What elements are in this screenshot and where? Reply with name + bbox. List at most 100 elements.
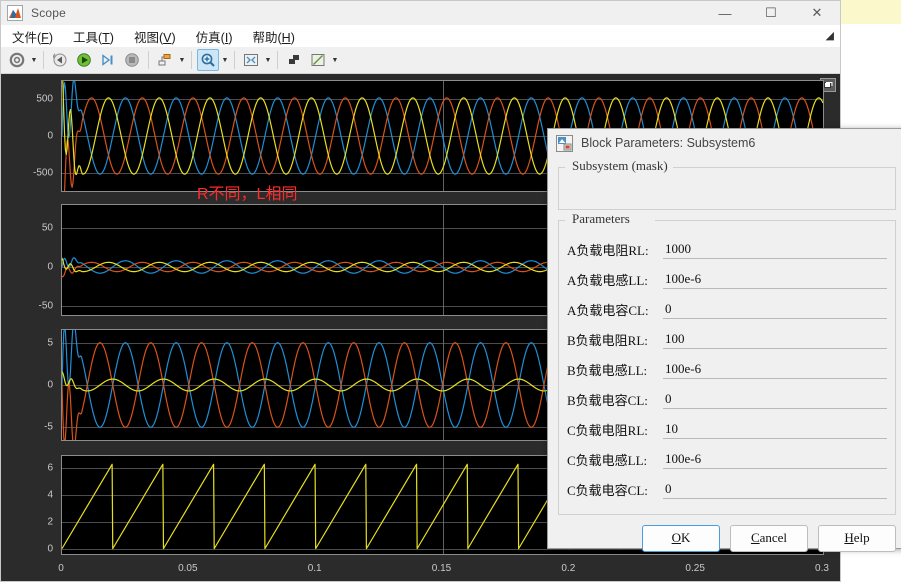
configuration-properties-dropdown-arrow[interactable]: ▼: [29, 49, 39, 71]
trigger-icon[interactable]: [283, 49, 305, 71]
b-load-capacitance-input[interactable]: [663, 389, 887, 409]
measurements-dropdown-arrow[interactable]: ▼: [330, 49, 340, 71]
c-load-inductance-row: C负载电感LL:: [559, 444, 895, 474]
ok-button-label: K: [681, 530, 691, 545]
b-load-resistance-input[interactable]: [663, 329, 887, 349]
scope-icon: [7, 5, 23, 21]
x-tick-label: 0.2: [561, 563, 576, 574]
a-load-resistance-row: A负载电阻RL:: [559, 234, 895, 264]
layout-icon[interactable]: [154, 49, 176, 71]
menu-item-tools[interactable]: 工具(T): [64, 27, 123, 46]
toolbar-separator: [43, 51, 44, 69]
menu-suffix-simulation: ): [228, 30, 233, 45]
x-axis: 0 0.05 0.1 0.15 0.2 0.25 0.3: [1, 561, 840, 581]
cancel-button-mnemonic: C: [750, 530, 760, 545]
menu-item-simulation[interactable]: 仿真(I): [187, 27, 242, 46]
b-load-capacitance-label: B负载电容CL:: [567, 392, 648, 408]
y-tick-label: 0: [47, 130, 53, 142]
run-icon[interactable]: [73, 49, 95, 71]
a-load-inductance-label: A负载电感LL:: [567, 272, 648, 288]
menu-mnemonic-file: F: [41, 30, 49, 45]
y-tick-label: 500: [36, 93, 53, 105]
a-load-capacitance-input[interactable]: [663, 299, 887, 319]
b-load-inductance-row: B负载电感LL:: [559, 354, 895, 384]
fit-to-view-dropdown-arrow[interactable]: ▼: [263, 49, 273, 71]
stop-icon[interactable]: [121, 49, 143, 71]
mask-group-topline-right: [655, 167, 895, 168]
dialog-title: Block Parameters: Subsystem6: [581, 136, 756, 150]
menu-item-view[interactable]: 视图(V): [125, 27, 185, 46]
y-tick-label: 0: [47, 261, 53, 273]
ok-button-mnemonic: O: [671, 530, 681, 545]
a-load-inductance-input[interactable]: [663, 269, 887, 289]
b-load-inductance-label: B负载电感LL:: [567, 362, 648, 378]
b-load-inductance-input[interactable]: [663, 359, 887, 379]
x-tick-label: 0.25: [685, 563, 705, 574]
c-load-capacitance-input[interactable]: [663, 479, 887, 499]
maximize-button[interactable]: ☐: [748, 1, 794, 25]
menu-label-simulation: 仿真(: [195, 30, 225, 45]
step-forward-icon[interactable]: [97, 49, 119, 71]
canvas-yellow-strip: [841, 0, 901, 25]
menu-suffix-help: ): [290, 30, 295, 45]
params-group-topline-right: [655, 220, 895, 221]
y-tick-label: 0: [47, 379, 53, 391]
a-load-capacitance-label: A负载电容CL:: [567, 302, 649, 318]
c-load-resistance-input[interactable]: [663, 419, 887, 439]
b-load-resistance-label: B负载电阻RL:: [567, 332, 648, 348]
minimize-button[interactable]: —: [702, 1, 748, 25]
dialog-titlebar: Block Parameters: Subsystem6: [548, 129, 901, 157]
fit-to-view-icon[interactable]: [240, 49, 262, 71]
x-tick-label: 0: [58, 563, 64, 574]
x-tick-label: 0.1: [307, 563, 322, 574]
a-load-resistance-label: A负载电阻RL:: [567, 242, 649, 258]
y-tick-label: 4: [47, 489, 53, 501]
x-tick-label: 0.05: [178, 563, 198, 574]
subplot-current-small-y-ticks: 50 0 -50: [1, 204, 57, 316]
zoom-in-dropdown-arrow[interactable]: ▼: [220, 49, 230, 71]
a-load-resistance-input[interactable]: [663, 239, 887, 259]
menu-label-view: 视图(: [133, 30, 164, 45]
params-group-topline-left: [559, 220, 565, 221]
y-tick-label: 5: [47, 337, 53, 349]
y-tick-label: -50: [38, 300, 53, 312]
scope-menubar: 文件(F) 工具(T) 视图(V) 仿真(I) 帮助(H) ◢: [1, 25, 840, 47]
toolbar-separator: [277, 51, 278, 69]
run-back-icon[interactable]: [49, 49, 71, 71]
a-load-capacitance-row: A负载电容CL:: [559, 294, 895, 324]
y-tick-label: 50: [41, 222, 53, 234]
zoom-in-icon[interactable]: [197, 49, 219, 71]
block-parameters-icon: [556, 134, 573, 152]
menu-label-help: 帮助(: [252, 30, 282, 45]
window-controls: — ☐ ✕: [702, 1, 840, 25]
a-load-inductance-row: A负载电感LL:: [559, 264, 895, 294]
toolbar-separator: [148, 51, 149, 69]
cancel-button[interactable]: Cancel: [730, 524, 808, 552]
dialog-button-bar: O K Cancel Help: [548, 515, 901, 561]
mask-group-topline-left: [559, 167, 565, 168]
scope-window-title: Scope: [31, 6, 67, 20]
menu-label-file: 文件(: [12, 30, 42, 45]
cancel-button-label: ancel: [759, 530, 788, 545]
menubar-overflow-icon[interactable]: ◢: [826, 29, 834, 42]
c-load-capacitance-label: C负载电容CL:: [567, 482, 648, 498]
red-annotation-text: R不同，L相同: [197, 186, 298, 203]
measurements-icon[interactable]: [307, 49, 329, 71]
y-tick-label: -500: [32, 167, 53, 179]
layout-dropdown-arrow[interactable]: ▼: [177, 49, 187, 71]
parameters-group: Parameters A负载电阻RL: A负载电感LL: A负载电容CL: B负载电阻…: [558, 211, 896, 515]
subplot-sawtooth-y-ticks: 6 4 2 0: [1, 455, 57, 555]
y-tick-label: 2: [47, 516, 53, 528]
menu-item-file[interactable]: 文件(F): [3, 27, 62, 46]
menu-suffix-view: ): [171, 30, 176, 45]
close-button[interactable]: ✕: [794, 1, 840, 25]
c-load-resistance-label: C负载电阻RL:: [567, 422, 648, 438]
parameters-group-label: Parameters: [567, 211, 635, 227]
mask-group-label: Subsystem (mask): [567, 158, 673, 174]
menu-item-help[interactable]: 帮助(H): [243, 27, 303, 46]
c-load-inductance-input[interactable]: [663, 449, 887, 469]
help-button[interactable]: Help: [818, 524, 896, 552]
configuration-properties-icon[interactable]: [6, 49, 28, 71]
ok-button[interactable]: OK: [642, 524, 720, 552]
y-tick-label: 6: [47, 462, 53, 474]
